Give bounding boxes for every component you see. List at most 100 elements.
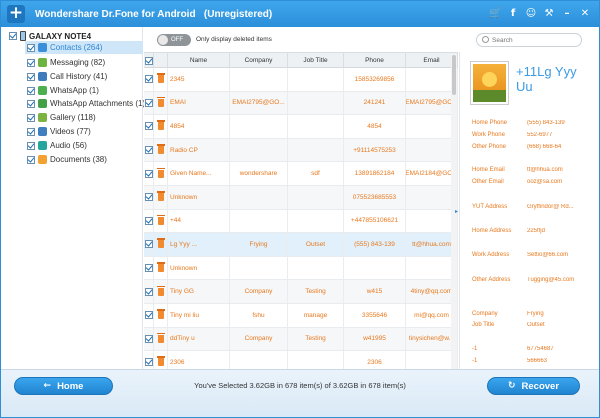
- cell-name: Unknown: [168, 185, 230, 209]
- sidebar-item[interactable]: Videos (77): [27, 125, 91, 138]
- trash-icon: [156, 214, 165, 225]
- sidebar-item[interactable]: WhatsApp Attachments (1): [27, 97, 145, 110]
- table-row[interactable]: 2306 2306: [144, 351, 458, 369]
- detail-field-value: ooz@sa.com: [527, 179, 563, 185]
- minimize-icon[interactable]: –: [561, 7, 573, 20]
- cell-name: ddTiny u: [168, 327, 230, 351]
- table-row[interactable]: ddTiny u Company Testing w41995 tinysichen@w…: [144, 327, 458, 352]
- row-checkbox[interactable]: [144, 358, 153, 367]
- row-checkbox-cell[interactable]: [144, 115, 154, 138]
- table-row[interactable]: Tiny GG Company Testing w415 4tiny@qq.com: [144, 280, 458, 304]
- row-checkbox-cell[interactable]: [144, 68, 154, 91]
- row-checkbox[interactable]: [144, 146, 153, 155]
- search-box[interactable]: [476, 33, 582, 47]
- sidebar-item-checkbox[interactable]: [27, 99, 35, 108]
- row-checkbox-cell[interactable]: [144, 162, 154, 185]
- detail-field: Home Email tt@hhua.com: [472, 167, 600, 177]
- sidebar-item-checkbox[interactable]: [27, 141, 35, 150]
- row-checkbox-cell[interactable]: [144, 91, 154, 115]
- row-checkbox-cell[interactable]: [144, 233, 154, 256]
- select-all-header[interactable]: [144, 53, 154, 68]
- search-icon: [482, 36, 489, 43]
- row-checkbox-cell[interactable]: [144, 280, 154, 303]
- detail-field-value: 67754687: [527, 346, 554, 352]
- device-checkbox[interactable]: [9, 32, 17, 40]
- sidebar-item-checkbox[interactable]: [27, 86, 35, 95]
- cell-phone: 4854: [344, 115, 406, 138]
- sidebar-item-checkbox[interactable]: [27, 113, 35, 122]
- close-icon[interactable]: ✕: [579, 7, 591, 20]
- cell-name: Tiny mi liu: [168, 303, 230, 327]
- sidebar-item[interactable]: Documents (38): [27, 153, 107, 166]
- row-checkbox-cell[interactable]: [144, 351, 154, 369]
- row-checkbox[interactable]: [144, 169, 153, 178]
- recover-button[interactable]: ↻ Recover: [487, 377, 580, 395]
- sidebar-item[interactable]: WhatsApp (1): [27, 84, 99, 97]
- category-icon: [38, 113, 47, 122]
- table-row[interactable]: 2345 15853269856: [144, 68, 458, 92]
- scrollbar-thumb[interactable]: [452, 55, 456, 95]
- select-all-checkbox[interactable]: [144, 56, 153, 65]
- detail-field: -1 566663: [472, 358, 600, 368]
- column-header-name[interactable]: Name: [168, 53, 230, 68]
- sidebar-item-checkbox[interactable]: [27, 43, 35, 52]
- sidebar-item[interactable]: Audio (56): [27, 139, 87, 152]
- sidebar-item[interactable]: Call History (41): [27, 70, 107, 83]
- row-checkbox[interactable]: [144, 264, 153, 273]
- row-checkbox-cell[interactable]: [144, 209, 154, 233]
- row-checkbox[interactable]: [144, 287, 153, 296]
- table-row[interactable]: Unknown 075523685553: [144, 185, 458, 210]
- row-checkbox[interactable]: [144, 122, 153, 131]
- row-checkbox[interactable]: [144, 75, 153, 84]
- row-checkbox-cell[interactable]: [144, 327, 154, 351]
- row-checkbox[interactable]: [144, 216, 153, 225]
- cell-job-title: [288, 351, 344, 369]
- row-checkbox-cell[interactable]: [144, 185, 154, 209]
- sidebar-item[interactable]: Contacts (264): [25, 41, 143, 54]
- column-header-company[interactable]: Company: [230, 53, 288, 68]
- detail-field-value: 552-6977: [527, 132, 553, 138]
- row-checkbox-cell[interactable]: [144, 256, 154, 280]
- sidebar-item[interactable]: Messaging (82): [27, 56, 105, 69]
- sidebar-item[interactable]: Gallery (118): [27, 111, 96, 124]
- cell-name: EMAI: [168, 91, 230, 115]
- table-row[interactable]: Unknown: [144, 256, 458, 281]
- sidebar-item-checkbox[interactable]: [27, 155, 35, 164]
- column-header-phone[interactable]: Phone: [344, 53, 406, 68]
- cart-icon[interactable]: 🛒: [489, 7, 501, 20]
- table-row[interactable]: 4854 4854: [144, 115, 458, 139]
- row-checkbox-cell[interactable]: [144, 303, 154, 327]
- row-checkbox[interactable]: [144, 311, 153, 320]
- column-header-job-title[interactable]: Job Title: [288, 53, 344, 68]
- row-checkbox[interactable]: [144, 334, 153, 343]
- wrench-icon[interactable]: ⚒: [543, 7, 555, 20]
- detail-field: Home Address 225ffjd: [472, 228, 600, 238]
- collapse-arrow-icon[interactable]: ▸: [455, 208, 458, 215]
- row-checkbox-cell[interactable]: [144, 138, 154, 162]
- table-row[interactable]: Lg Yyy ... Frying Outset (555) 843-139 tt@hh…: [144, 233, 458, 257]
- deleted-marker-cell: [154, 68, 168, 91]
- trash-icon: [156, 73, 165, 84]
- deleted-marker-cell: [154, 256, 168, 280]
- detail-field-label: Other Address: [472, 277, 511, 283]
- deleted-marker-cell: [154, 138, 168, 162]
- row-checkbox[interactable]: [144, 98, 153, 107]
- row-checkbox[interactable]: [144, 240, 153, 249]
- row-checkbox[interactable]: [144, 193, 153, 202]
- table-row[interactable]: +44 +447855106621: [144, 209, 458, 234]
- chat-icon[interactable]: ☺: [525, 7, 537, 20]
- sidebar-item-checkbox[interactable]: [27, 72, 35, 81]
- detail-field-value: 225ffjd: [527, 228, 545, 234]
- table-row[interactable]: Tiny mi liu fshu manage 3355646 mi@qq.com: [144, 303, 458, 328]
- detail-field: Other Address Tugging@45.com: [472, 277, 600, 287]
- search-input[interactable]: [492, 35, 577, 45]
- facebook-icon[interactable]: f: [507, 7, 519, 20]
- table-row[interactable]: EMAI EMAI2795@GO... 241241 EMAI2795@GO...: [144, 91, 458, 116]
- deleted-only-toggle[interactable]: OFF: [157, 34, 191, 46]
- table-row[interactable]: Given Name... wondershare sdf 13891862184 EM…: [144, 162, 458, 186]
- app-logo-icon: +: [7, 3, 25, 23]
- table-row[interactable]: Radio CP +91114575253: [144, 138, 458, 163]
- cell-job-title: [288, 185, 344, 209]
- sidebar-item-checkbox[interactable]: [27, 127, 35, 136]
- sidebar-item-checkbox[interactable]: [27, 58, 35, 67]
